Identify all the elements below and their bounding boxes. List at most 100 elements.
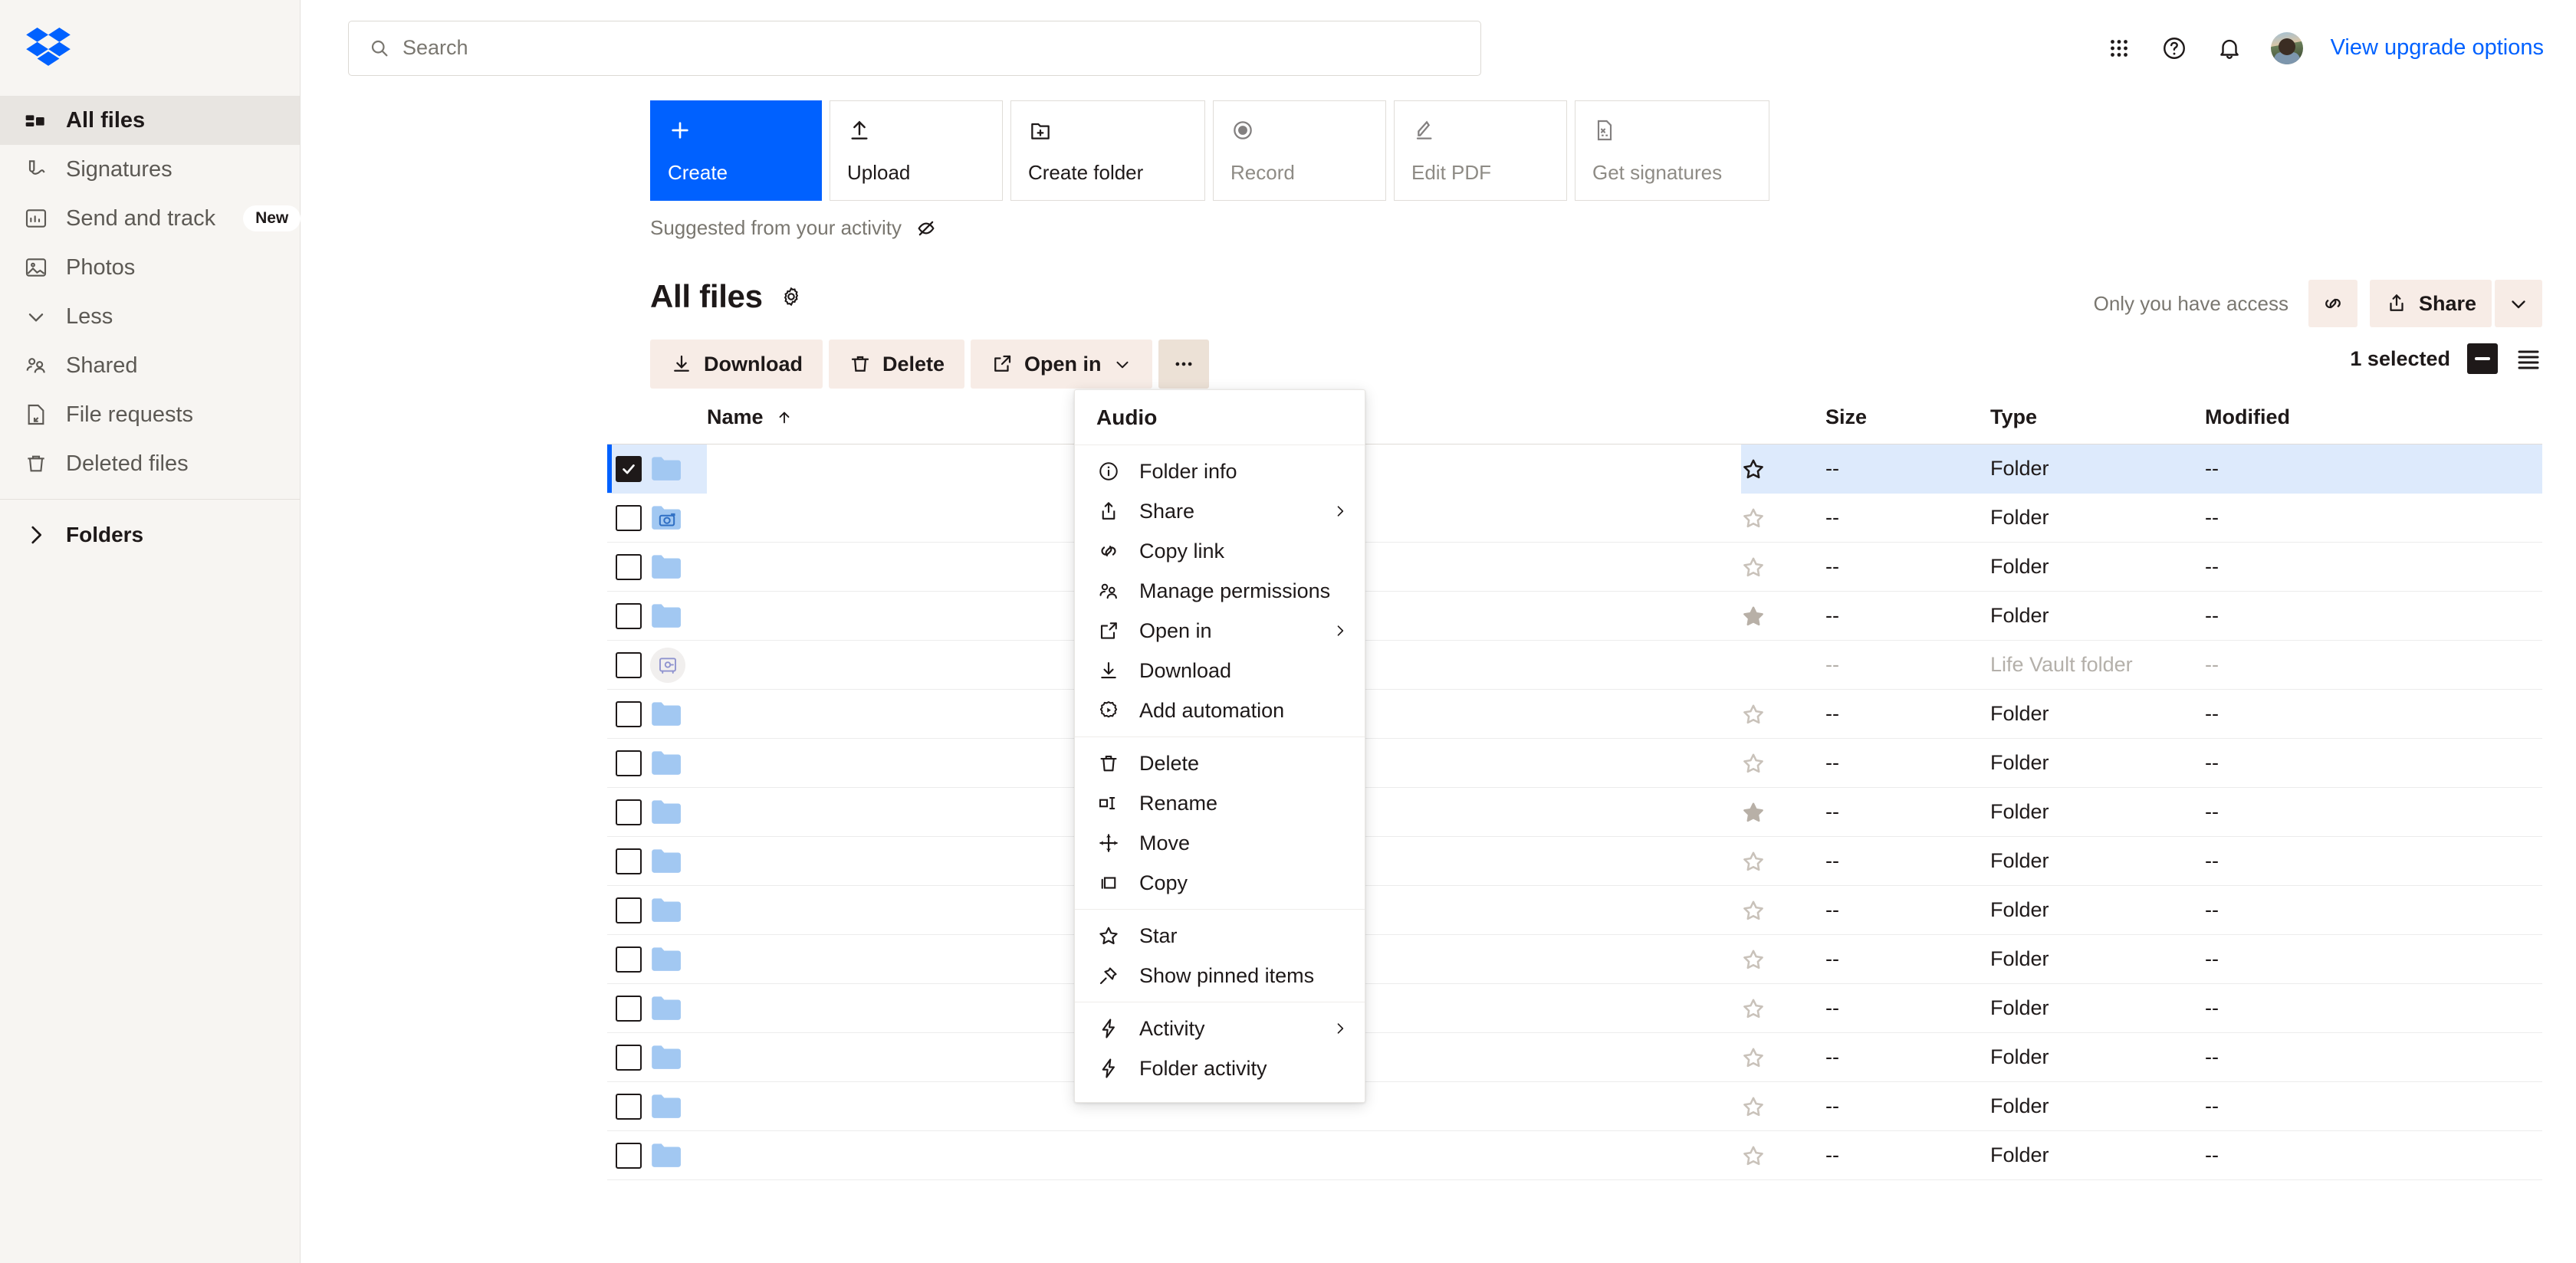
download-button[interactable]: Download — [650, 340, 823, 389]
row-name-cell[interactable] — [707, 1140, 1741, 1171]
sidebar-item-deleted-files[interactable]: Deleted files — [0, 439, 300, 488]
table-row[interactable]: -- Folder -- — [607, 1033, 2542, 1082]
sidebar-item-send-and-track[interactable]: Send and track New — [0, 194, 301, 243]
table-row[interactable]: -- Folder -- — [607, 690, 2542, 739]
table-row[interactable]: -- Folder -- — [607, 592, 2542, 641]
row-checkbox[interactable] — [616, 602, 642, 629]
row-checkbox[interactable] — [616, 504, 642, 531]
row-checkbox[interactable] — [616, 651, 642, 678]
star-outline-icon[interactable] — [1741, 1045, 1766, 1070]
context-menu-item-folder-activity[interactable]: Folder activity — [1075, 1048, 1365, 1088]
row-star-cell[interactable] — [1741, 947, 1825, 972]
avatar[interactable] — [2270, 31, 2303, 64]
row-star-cell[interactable] — [1741, 555, 1825, 579]
table-row[interactable]: -- Folder -- — [607, 543, 2542, 592]
search-input[interactable]: Search — [348, 20, 1481, 76]
star-outline-icon[interactable] — [1741, 751, 1766, 776]
row-checkbox[interactable] — [616, 897, 642, 923]
context-menu-item-add-automation[interactable]: Add automation — [1075, 691, 1365, 730]
open-in-button[interactable]: Open in — [971, 340, 1152, 389]
star-filled-icon[interactable] — [1741, 800, 1766, 825]
create-button[interactable]: Create — [650, 100, 822, 201]
bell-icon[interactable] — [2216, 34, 2243, 62]
row-star-cell[interactable] — [1741, 506, 1825, 530]
deselect-all-button[interactable] — [2467, 343, 2498, 374]
delete-button[interactable]: Delete — [829, 340, 965, 389]
row-star-cell[interactable] — [1741, 604, 1825, 628]
dropbox-logo[interactable] — [0, 0, 300, 96]
sidebar-item-file-requests[interactable]: File requests — [0, 390, 300, 439]
sidebar-item-photos[interactable]: Photos — [0, 243, 300, 292]
list-view-toggle[interactable] — [2515, 345, 2542, 372]
star-outline-icon[interactable] — [1741, 702, 1766, 727]
sidebar-item-shared[interactable]: Shared — [0, 341, 300, 390]
row-checkbox[interactable] — [616, 700, 642, 727]
table-row[interactable]: -- Folder -- — [607, 1082, 2542, 1131]
grid-apps-icon[interactable] — [2105, 34, 2133, 62]
copy-link-button[interactable] — [2308, 280, 2358, 327]
type-header-cell[interactable]: Type — [1990, 405, 2205, 429]
row-star-cell[interactable] — [1741, 1143, 1825, 1168]
row-star-cell[interactable] — [1741, 751, 1825, 776]
context-menu-item-move[interactable]: Move — [1075, 823, 1365, 863]
more-actions-button[interactable] — [1158, 340, 1209, 389]
context-menu-item-folder-info[interactable]: Folder info — [1075, 451, 1365, 491]
help-circle-icon[interactable] — [2160, 34, 2188, 62]
table-row[interactable]: -- Folder -- — [607, 739, 2542, 788]
context-menu-item-open-in[interactable]: Open in — [1075, 611, 1365, 651]
context-menu-item-activity[interactable]: Activity — [1075, 1009, 1365, 1048]
row-checkbox[interactable] — [616, 946, 642, 973]
modified-header-cell[interactable]: Modified — [2205, 405, 2542, 429]
share-dropdown-button[interactable] — [2495, 280, 2542, 327]
row-star-cell[interactable] — [1741, 457, 1825, 481]
row-checkbox[interactable] — [616, 553, 642, 580]
row-star-cell[interactable] — [1741, 702, 1825, 727]
share-button[interactable]: Share — [2369, 280, 2492, 327]
sidebar-item-less[interactable]: Less — [0, 292, 300, 341]
row-star-cell[interactable] — [1741, 1094, 1825, 1119]
row-checkbox[interactable] — [616, 455, 642, 482]
star-outline-icon[interactable] — [1741, 849, 1766, 874]
edit-pdf-button[interactable]: Edit PDF — [1394, 100, 1567, 201]
gear-icon[interactable] — [780, 285, 803, 308]
context-menu-item-delete[interactable]: Delete — [1075, 743, 1365, 783]
star-outline-icon[interactable] — [1741, 1094, 1766, 1119]
upload-button[interactable]: Upload — [830, 100, 1003, 201]
size-header-cell[interactable]: Size — [1825, 405, 1990, 429]
star-outline-icon[interactable] — [1741, 457, 1766, 481]
table-row[interactable]: -- Folder -- — [607, 494, 2542, 543]
context-menu-item-manage-permissions[interactable]: Manage permissions — [1075, 571, 1365, 611]
context-menu-item-copy-link[interactable]: Copy link — [1075, 531, 1365, 571]
sidebar-item-folders[interactable]: Folders — [0, 510, 300, 559]
hide-eye-icon[interactable] — [915, 218, 937, 239]
table-row[interactable]: -- Folder -- — [607, 886, 2542, 935]
context-menu-item-show-pinned-items[interactable]: Show pinned items — [1075, 956, 1365, 996]
context-menu-item-download[interactable]: Download — [1075, 651, 1365, 691]
row-star-cell[interactable] — [1741, 996, 1825, 1021]
row-checkbox[interactable] — [616, 848, 642, 874]
context-menu-item-copy[interactable]: Copy — [1075, 863, 1365, 903]
table-row[interactable]: -- Folder -- — [607, 444, 2542, 494]
star-outline-icon[interactable] — [1741, 555, 1766, 579]
context-menu-item-rename[interactable]: Rename — [1075, 783, 1365, 823]
row-star-cell[interactable] — [1741, 800, 1825, 825]
star-outline-icon[interactable] — [1741, 996, 1766, 1021]
row-checkbox[interactable] — [616, 799, 642, 825]
table-row[interactable]: -- Folder -- — [607, 837, 2542, 886]
get-signatures-button[interactable]: Get signatures — [1575, 100, 1769, 201]
star-outline-icon[interactable] — [1741, 1143, 1766, 1168]
table-row[interactable]: -- Folder -- — [607, 984, 2542, 1033]
table-row[interactable]: -- Folder -- — [607, 1131, 2542, 1180]
create-folder-button[interactable]: Create folder — [1010, 100, 1205, 201]
context-menu-item-star[interactable]: Star — [1075, 916, 1365, 956]
star-outline-icon[interactable] — [1741, 947, 1766, 972]
view-upgrade-options-link[interactable]: View upgrade options — [2331, 35, 2544, 61]
context-menu-item-share[interactable]: Share — [1075, 491, 1365, 531]
sidebar-item-signatures[interactable]: Signatures — [0, 145, 300, 194]
table-row[interactable]: -- Life Vault folder -- — [607, 641, 2542, 690]
row-star-cell[interactable] — [1741, 849, 1825, 874]
sidebar-item-all-files[interactable]: All files — [0, 96, 300, 145]
record-button[interactable]: Record — [1213, 100, 1386, 201]
table-row[interactable]: -- Folder -- — [607, 788, 2542, 837]
star-filled-icon[interactable] — [1741, 604, 1766, 628]
